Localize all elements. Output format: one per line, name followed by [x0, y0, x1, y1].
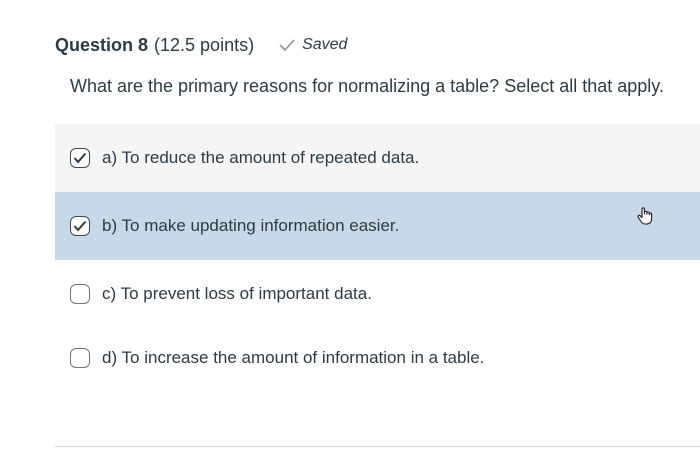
answer-label-d: d) To increase the amount of information… — [102, 348, 485, 367]
answer-label-b: b) To make updating information easier. — [102, 216, 400, 235]
hand-cursor-icon — [637, 207, 653, 225]
saved-status: Saved — [278, 36, 347, 54]
divider — [55, 446, 700, 447]
saved-label: Saved — [302, 36, 348, 53]
question-title: Question 8 — [55, 34, 149, 55]
answer-label-c: c) To prevent loss of important data. — [102, 284, 372, 303]
checkbox-checked-icon[interactable] — [70, 148, 90, 168]
question-points: (12.5 points) — [154, 34, 255, 55]
question-header: Question 8 (12.5 points) Saved — [55, 30, 347, 60]
question-text: What are the primary reasons for normali… — [70, 76, 664, 96]
checkbox-unchecked-icon[interactable] — [70, 348, 90, 368]
answer-option-b[interactable]: b) To make updating information easier. — [55, 192, 700, 260]
answer-option-a[interactable]: a) To reduce the amount of repeated data… — [55, 124, 700, 192]
checkmark-icon — [279, 39, 295, 52]
checkbox-checked-icon[interactable] — [70, 216, 90, 236]
answer-option-c[interactable]: c) To prevent loss of important data. — [55, 260, 700, 328]
answer-option-d[interactable]: d) To increase the amount of information… — [55, 324, 700, 392]
answer-label-a: a) To reduce the amount of repeated data… — [102, 148, 420, 167]
checkbox-unchecked-icon[interactable] — [70, 284, 90, 304]
